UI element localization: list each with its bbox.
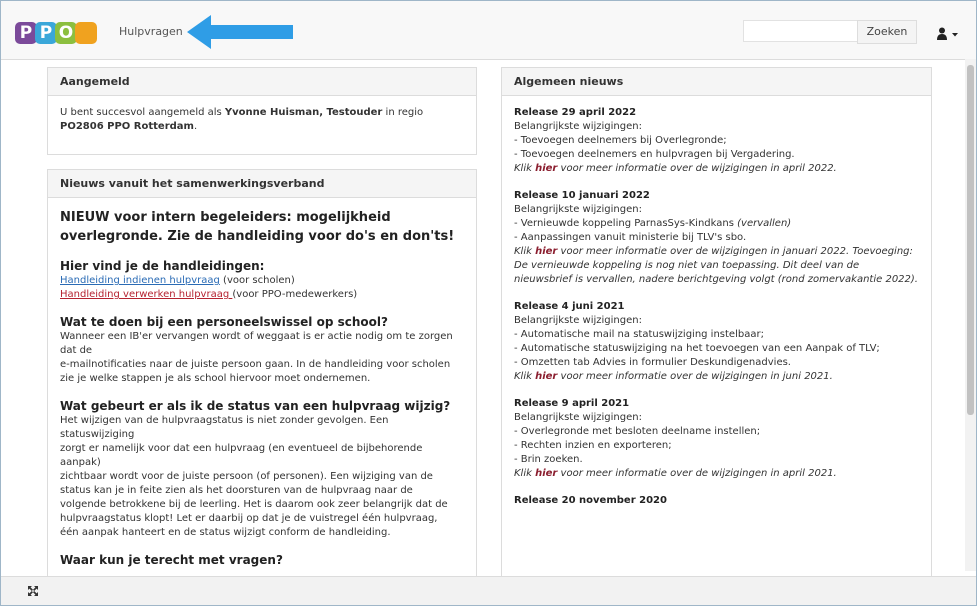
- news-headline: NIEUW voor intern begeleiders: mogelijkh…: [60, 210, 455, 244]
- more-info-text: voor meer informatie over de wijzigingen…: [557, 371, 833, 382]
- release-item: Release 29 april 2022 Belangrijkste wijz…: [514, 106, 919, 176]
- login-message: U bent succesvol aangemeld als Yvonne Hu…: [48, 96, 476, 144]
- hier-link[interactable]: hier: [535, 371, 557, 382]
- more-info-text: voor meer informatie over de wijzigingen…: [557, 163, 837, 174]
- faq-title-personeelswissel: Wat te doen bij een personeelswissel op …: [60, 315, 388, 329]
- app-window: P P O Hulpvragen Zoeken Aangemeld U bent…: [0, 0, 977, 606]
- release-title: Release 29 april 2022: [514, 107, 637, 118]
- text-line: zie je welke stappen je als school hierv…: [60, 373, 371, 384]
- caret-down-icon: [952, 33, 958, 37]
- panel-aangemeld: Aangemeld U bent succesvol aangemeld als…: [47, 67, 477, 155]
- release-change: - Automatische mail na statuswijziging i…: [514, 329, 764, 340]
- panel-nieuws-samenwerkingsverband: Nieuws vanuit het samenwerkingsverband N…: [47, 169, 477, 601]
- release-list: Release 29 april 2022 Belangrijkste wijz…: [502, 96, 931, 531]
- more-info-text: voor meer informatie over de wijzigingen…: [514, 246, 918, 285]
- expand-icon: [28, 586, 38, 596]
- user-icon: [937, 27, 958, 40]
- nav-link-hulpvragen[interactable]: Hulpvragen: [119, 25, 183, 38]
- panel-algemeen-nieuws: Algemeen nieuws Release 29 april 2022 Be…: [501, 67, 932, 601]
- release-change: - Omzetten tab Advies in formulier Desku…: [514, 357, 791, 368]
- login-text: .: [193, 121, 198, 132]
- release-title: Release 20 november 2020: [514, 495, 667, 506]
- panel-title: Algemeen nieuws: [502, 68, 931, 96]
- hier-link[interactable]: hier: [535, 246, 557, 257]
- logo-letter-1: P: [15, 22, 37, 44]
- logo-letter-4: [75, 22, 97, 44]
- search-input[interactable]: [743, 20, 857, 42]
- release-change: - Vernieuwde koppeling ParnasSys-Kindkan…: [514, 218, 792, 229]
- panel-title: Aangemeld: [48, 68, 476, 96]
- release-intro: Belangrijkste wijzigingen:: [514, 204, 642, 215]
- bottom-toolbar: [1, 576, 976, 605]
- release-item: Release 4 juni 2021 Belangrijkste wijzig…: [514, 300, 919, 384]
- search-button[interactable]: Zoeken: [857, 20, 917, 44]
- hier-link[interactable]: hier: [535, 468, 557, 479]
- text-line: zorgt er namelijk voor dat een hulpvraag…: [60, 443, 423, 468]
- more-info-text: Klik: [514, 246, 536, 257]
- login-text: U bent succesvol aangemeld als: [60, 107, 225, 118]
- handleidingen-title: Hier vind je de handleidingen:: [60, 259, 265, 273]
- release-title: Release 4 juni 2021: [514, 301, 625, 312]
- panel-body: NIEUW voor intern begeleiders: mogelijkh…: [48, 198, 476, 590]
- link-handleiding-indienen[interactable]: Handleiding indienen hulpvraag: [60, 275, 220, 286]
- release-title: Release 10 januari 2022: [514, 190, 650, 201]
- panel-title: Nieuws vanuit het samenwerkingsverband: [48, 170, 476, 198]
- hier-link[interactable]: hier: [535, 163, 557, 174]
- release-more-info: Klik hier voor meer informatie over de w…: [514, 162, 919, 176]
- faq-text-personeelswissel: Wanneer een IB'er vervangen wordt of weg…: [60, 330, 464, 386]
- release-item: Release 20 november 2020: [514, 494, 919, 508]
- more-info-text: Klik: [514, 163, 536, 174]
- user-menu[interactable]: [937, 26, 961, 40]
- text-line: e-mailnotificaties naar de juiste persoo…: [60, 359, 451, 370]
- release-intro: Belangrijkste wijzigingen:: [514, 121, 642, 132]
- release-change: - Toevoegen deelnemers bij Overlegronde;: [514, 135, 727, 146]
- fullscreen-toggle[interactable]: [27, 585, 39, 600]
- page-scrollbar[interactable]: [965, 59, 976, 571]
- release-intro: Belangrijkste wijzigingen:: [514, 412, 642, 423]
- link-note: (voor scholen): [219, 275, 295, 286]
- release-item: Release 10 januari 2022 Belangrijkste wi…: [514, 189, 919, 287]
- faq-title-vragen: Waar kun je terecht met vragen?: [60, 553, 283, 567]
- top-navbar: P P O Hulpvragen Zoeken: [1, 1, 976, 60]
- release-change: - Aanpassingen vanuit ministerie bij TLV…: [514, 232, 747, 243]
- release-more-info: Klik hier voor meer informatie over de w…: [514, 370, 919, 384]
- more-info-text: voor meer informatie over de wijzigingen…: [557, 468, 837, 479]
- text-line: één aanpak hanteert en de status wijzigt…: [60, 527, 391, 538]
- link-note: (voor PPO-medewerkers): [232, 289, 358, 300]
- user-name: Yvonne Huisman, Testouder: [224, 107, 383, 118]
- text-line: status kan je in feite zien als het door…: [60, 485, 413, 496]
- text-line: zichtbaar wordt voor de juiste persoon (…: [60, 471, 433, 482]
- scrollbar-thumb[interactable]: [967, 65, 974, 415]
- logo-letter-2: P: [35, 22, 57, 44]
- search-form: Zoeken: [743, 20, 917, 44]
- release-more-info: Klik hier voor meer informatie over de w…: [514, 245, 919, 287]
- login-text: in regio: [382, 107, 424, 118]
- release-change: - Rechten inzien en exporteren;: [514, 440, 672, 451]
- release-intro: Belangrijkste wijzigingen:: [514, 315, 642, 326]
- logo-letter-3: O: [55, 22, 77, 44]
- region-name: PO2806 PPO Rotterdam: [60, 121, 194, 132]
- text-line: volgende betrokkene bij de leerling. Het…: [60, 499, 448, 510]
- release-change: - Toevoegen deelnemers en hulpvragen bij…: [514, 149, 795, 160]
- text-line: Wanneer een IB'er vervangen wordt of weg…: [60, 331, 453, 356]
- more-info-text: Klik: [514, 371, 536, 382]
- release-change: - Overlegronde met besloten deelname ins…: [514, 426, 761, 437]
- release-more-info: Klik hier voor meer informatie over de w…: [514, 467, 919, 481]
- release-change: - Brin zoeken.: [514, 454, 583, 465]
- text-line: hulpvraagstatus klopt! Let er daarbij op…: [60, 513, 438, 524]
- text-line: Het wijzigen van de hulpvraagstatus is n…: [60, 415, 389, 440]
- faq-text-status: Het wijzigen van de hulpvraagstatus is n…: [60, 414, 464, 540]
- release-change: - Automatische statuswijziging na het to…: [514, 343, 880, 354]
- release-item: Release 9 april 2021 Belangrijkste wijzi…: [514, 397, 919, 481]
- release-title: Release 9 april 2021: [514, 398, 630, 409]
- link-handleiding-verwerken[interactable]: Handleiding verwerken hulpvraag: [60, 289, 232, 300]
- more-info-text: Klik: [514, 468, 536, 479]
- faq-title-status: Wat gebeurt er als ik de status van een …: [60, 399, 451, 413]
- ppo-logo[interactable]: P P O: [15, 22, 99, 48]
- arrow-left-icon: [187, 15, 293, 49]
